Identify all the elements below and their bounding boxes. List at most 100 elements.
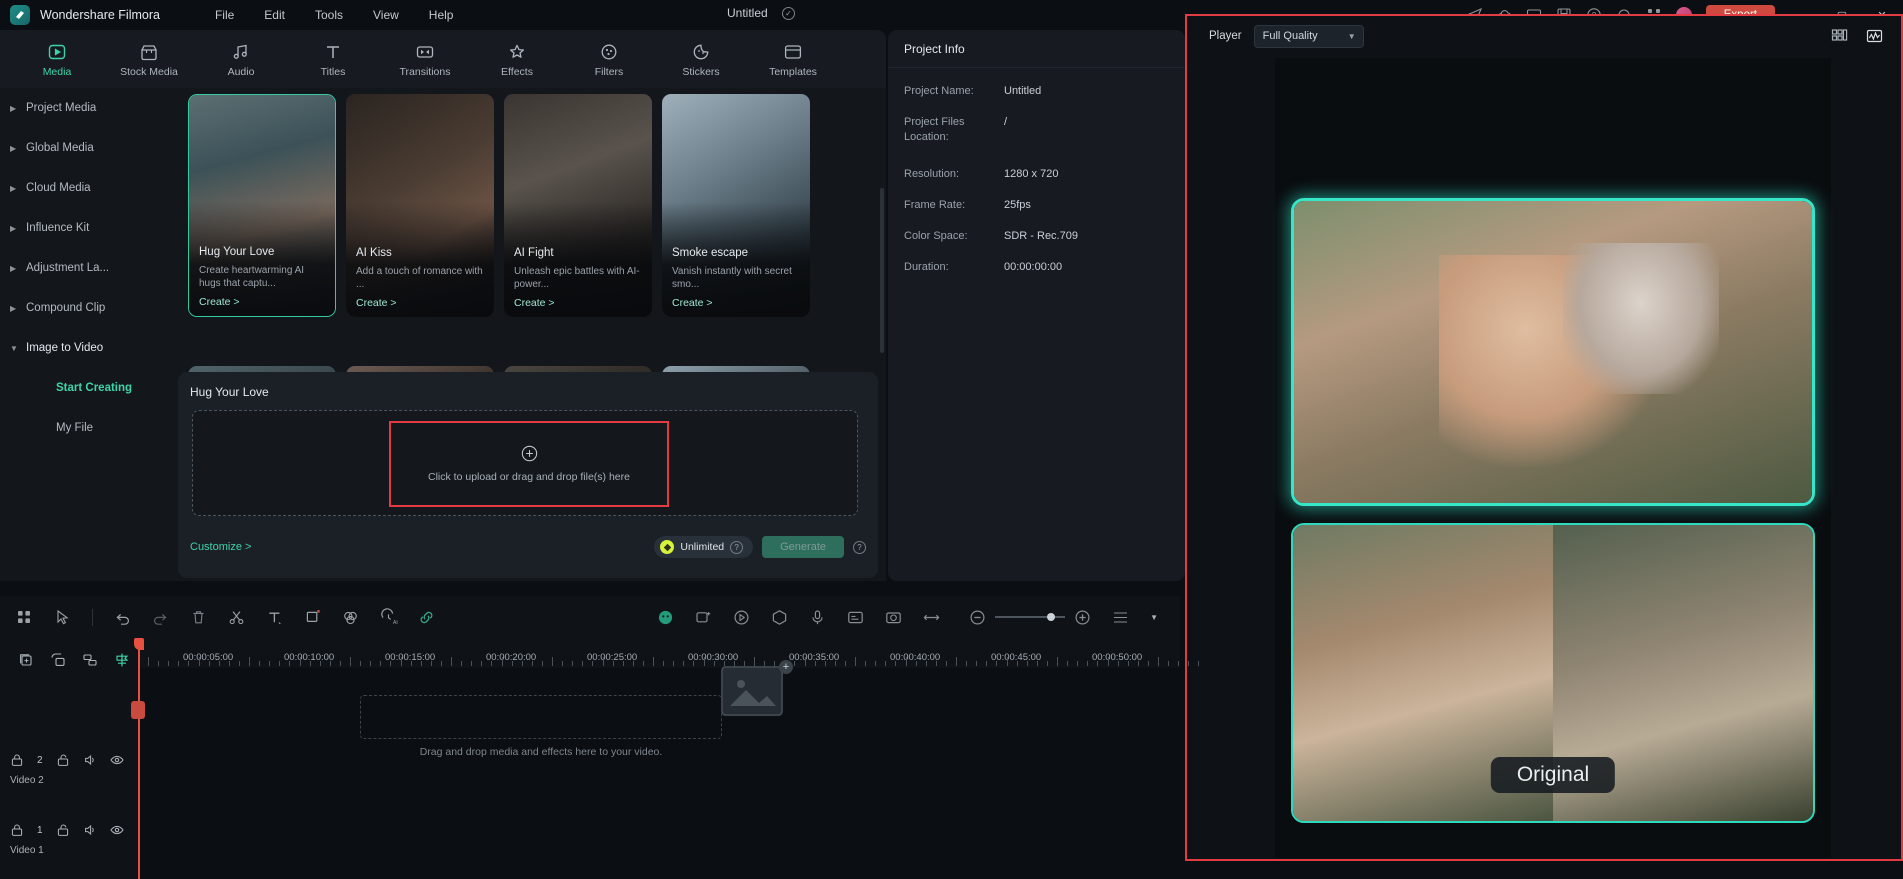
- tab-stickers[interactable]: Stickers: [672, 41, 730, 78]
- menu-help[interactable]: Help: [429, 8, 454, 22]
- add-track-icon[interactable]: [18, 652, 34, 668]
- sidebar-item-adjustment-layer[interactable]: ▶ Adjustment La...: [0, 248, 178, 288]
- menu-tools[interactable]: Tools: [315, 8, 343, 22]
- link-icon[interactable]: [418, 609, 435, 626]
- playhead-line[interactable]: [131, 638, 145, 879]
- content-scrollbar[interactable]: [880, 188, 884, 353]
- tab-stock-media[interactable]: Stock Media: [120, 41, 178, 78]
- sidebar-item-cloud-media[interactable]: ▶ Cloud Media: [0, 168, 178, 208]
- crop-icon[interactable]: [304, 609, 321, 626]
- credits-help-icon[interactable]: ?: [730, 540, 744, 554]
- tab-audio[interactable]: Audio: [212, 41, 270, 78]
- delete-icon[interactable]: [190, 609, 207, 626]
- track-mute-icon[interactable]: [83, 753, 97, 767]
- track-lock-icon[interactable]: [10, 753, 24, 767]
- tab-filters[interactable]: Filters: [580, 41, 638, 78]
- scope-waveform-icon[interactable]: [1866, 28, 1883, 45]
- zoom-slider-knob[interactable]: [1047, 613, 1056, 621]
- ruler-tickmark: [663, 661, 665, 666]
- sidebar-item-image-to-video[interactable]: ▼ Image to Video: [0, 328, 178, 368]
- sidebar-subitem-my-file[interactable]: My File: [0, 408, 178, 448]
- track-lock-toggle-icon[interactable]: [56, 823, 70, 837]
- ruler-tickmark: [945, 661, 947, 666]
- ruler-tickmark: [844, 661, 846, 666]
- card-create-link[interactable]: Create >: [514, 297, 555, 309]
- ruler-tickmark: [1046, 661, 1048, 666]
- zoom-out-icon[interactable]: [969, 609, 986, 626]
- tab-effects[interactable]: Effects: [488, 41, 546, 78]
- menu-view[interactable]: View: [373, 8, 399, 22]
- fit-timeline-icon[interactable]: [923, 609, 940, 626]
- microphone-icon[interactable]: [809, 609, 826, 626]
- template-card[interactable]: Hug Your Love Create heartwarming AI hug…: [188, 94, 336, 317]
- import-track-icon[interactable]: [50, 652, 66, 668]
- upload-highlight-box[interactable]: Click to upload or drag and drop file(s)…: [389, 421, 669, 507]
- speed-ramp-icon[interactable]: [733, 609, 750, 626]
- track-lock-icon[interactable]: [10, 823, 24, 837]
- playhead-handle[interactable]: [134, 638, 144, 650]
- zoom-slider[interactable]: [995, 613, 1066, 621]
- snapshot-icon[interactable]: [885, 609, 902, 626]
- add-media-plus-icon[interactable]: +: [779, 660, 793, 674]
- add-text-icon[interactable]: [266, 609, 283, 626]
- track-mute-icon[interactable]: [83, 823, 97, 837]
- sidebar-item-compound-clip[interactable]: ▶ Compound Clip: [0, 288, 178, 328]
- grid-view-icon[interactable]: [16, 609, 33, 626]
- player-quality-select[interactable]: Full Quality ▼: [1253, 24, 1364, 48]
- upload-dropzone[interactable]: Click to upload or drag and drop file(s)…: [192, 410, 858, 516]
- tab-titles[interactable]: Titles: [304, 41, 362, 78]
- chevron-down-icon[interactable]: ▼: [1150, 613, 1158, 622]
- track-lock-toggle-icon[interactable]: [56, 753, 70, 767]
- template-card[interactable]: AI Kiss Add a touch of romance with ... …: [346, 94, 494, 317]
- tab-templates[interactable]: Templates: [764, 41, 822, 78]
- timeline-tracks-area[interactable]: + Drag and drop media and effects here t…: [138, 660, 1180, 879]
- sidebar-item-influence-kit[interactable]: ▶ Influence Kit: [0, 208, 178, 248]
- card-create-link[interactable]: Create >: [672, 297, 713, 309]
- select-cursor-icon[interactable]: [54, 609, 71, 626]
- tab-transitions[interactable]: Transitions: [396, 41, 454, 78]
- timeline-settings-icon[interactable]: [1112, 609, 1129, 626]
- template-card[interactable]: AI Fight Unleash epic battles with AI-po…: [504, 94, 652, 317]
- timeline-marker[interactable]: [131, 701, 145, 719]
- track-visibility-icon[interactable]: [109, 823, 124, 837]
- chevron-right-icon: ▶: [10, 103, 17, 113]
- split-scissors-icon[interactable]: [228, 609, 245, 626]
- customize-link[interactable]: Customize >: [190, 541, 251, 553]
- media-drop-placeholder[interactable]: +: [360, 660, 793, 739]
- sidebar-item-global-media[interactable]: ▶ Global Media: [0, 128, 178, 168]
- svg-text:AI: AI: [393, 620, 398, 626]
- menu-file[interactable]: File: [215, 8, 234, 22]
- ai-mask-icon[interactable]: [657, 609, 674, 626]
- card-create-link[interactable]: Create >: [356, 297, 397, 309]
- add-keyframe-icon[interactable]: [695, 609, 712, 626]
- auto-caption-icon[interactable]: [847, 609, 864, 626]
- ruler-tickmark: [1016, 661, 1018, 666]
- track-visibility-icon[interactable]: [109, 753, 124, 767]
- tab-media[interactable]: Media: [28, 41, 86, 78]
- ruler-tickmark: [491, 661, 493, 666]
- color-correct-icon[interactable]: [342, 609, 359, 626]
- ruler-tickmark: [279, 661, 281, 666]
- ruler-tickmark: [380, 661, 382, 666]
- redo-icon[interactable]: [152, 609, 169, 626]
- ruler-tickmark: [693, 661, 695, 666]
- sidebar-item-project-media[interactable]: ▶ Project Media: [0, 88, 178, 128]
- timeline-ruler[interactable]: 00:00:05:00 00:00:10:00 00:00:15:00 00:0…: [138, 638, 1200, 668]
- saved-check-icon: ✓: [782, 7, 795, 20]
- ai-speed-icon[interactable]: AI: [380, 607, 398, 626]
- generate-help-icon[interactable]: ?: [853, 540, 866, 554]
- generate-button[interactable]: Generate: [762, 536, 844, 558]
- menu-edit[interactable]: Edit: [264, 8, 285, 22]
- green-screen-icon[interactable]: [771, 609, 788, 626]
- zoom-in-icon[interactable]: [1074, 609, 1091, 626]
- template-card[interactable]: Smoke escape Vanish instantly with secre…: [662, 94, 810, 317]
- layout-grid-icon[interactable]: [1831, 28, 1848, 45]
- ruler-tickmark: [299, 657, 301, 666]
- sidebar-subitem-start-creating[interactable]: Start Creating: [0, 368, 178, 408]
- chevron-right-icon: ▶: [10, 263, 17, 273]
- card-create-link[interactable]: Create >: [199, 296, 240, 308]
- credits-badge[interactable]: Unlimited ?: [654, 536, 754, 558]
- markers-icon[interactable]: [114, 652, 130, 668]
- undo-icon[interactable]: [114, 609, 131, 626]
- group-tracks-icon[interactable]: [82, 652, 98, 668]
